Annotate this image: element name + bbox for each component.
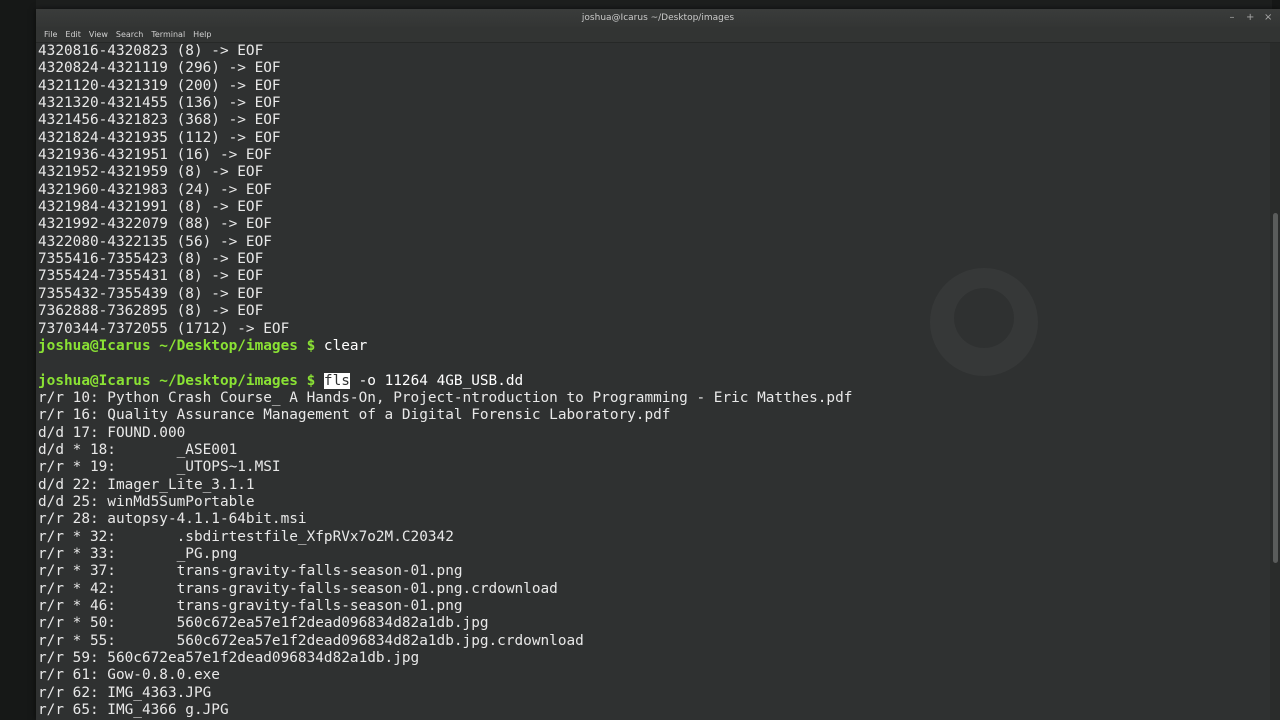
terminal-output-line: 4321320-4321455 (136) -> EOF [38,95,281,112]
terminal-output-line: 7355432-7355439 (8) -> EOF [38,285,264,302]
terminal-prompt-line: joshua@Icarus ~/Desktop/images $ clear [38,338,1270,355]
terminal-output-line: r/r 65: IMG_4366 g.JPG [38,702,229,719]
shell-command: clear [323,337,368,354]
menu-view[interactable]: View [85,27,112,42]
scrollbar-thumb[interactable] [1273,213,1278,563]
terminal-output-line: r/r 62: IMG_4363.JPG [38,684,212,701]
watermark-logo-face [954,288,1014,348]
terminal-output-line: 4321952-4321959 (8) -> EOF [38,164,264,181]
window-title: joshua@Icarus ~/Desktop/images [581,13,735,23]
terminal-output-line: 7355416-7355423 (8) -> EOF [38,251,264,268]
terminal-output-line: r/r * 46: trans-gravity-falls-season-01.… [38,598,463,614]
terminal-output[interactable]: 4320816-4320823 (8) -> EOF 4320824-432111… [36,43,1270,720]
terminal-output-line: r/r * 37: trans-gravity-falls-season-01.… [38,563,463,580]
terminal-window: joshua@Icarus ~/Desktop/images – + × Fil… [36,9,1280,720]
terminal-output-line: d/d 25: winMd5SumPortable [38,493,255,510]
terminal-output-line: 7370344-7372055 (1712) -> EOF [38,320,290,337]
terminal-output-line: r/r * 55: 560c672ea57e1f2dead096834d82a1… [38,632,584,649]
terminal-output-line: 4321992-4322079 (88) -> EOF [38,216,272,233]
menu-bar: File Edit View Search Terminal Help [36,27,1280,43]
terminal-output-line: r/r 59: 560c672ea57e1f2dead096834d82a1db… [38,650,420,667]
watermark-logo [930,268,1038,376]
minimize-button[interactable]: – [1228,9,1236,27]
terminal-output-line: r/r * 50: 560c672ea57e1f2dead096834d82a1… [38,615,489,632]
title-bar[interactable]: joshua@Icarus ~/Desktop/images – + × [36,9,1280,27]
terminal-output-line: r/r 28: autopsy-4.1.1-64bit.msi [38,511,307,528]
terminal-output-line: 4322080-4322135 (56) -> EOF [38,233,272,250]
terminal-output-line: r/r * 19: _UTOPS~1.MSI [38,459,281,476]
terminal-output-line: 7362888-7362895 (8) -> EOF [38,303,264,320]
vertical-scrollbar[interactable] [1270,43,1280,720]
terminal-output-line: 4321960-4321983 (24) -> EOF [38,181,272,198]
menu-edit[interactable]: Edit [61,27,85,42]
terminal-output-line: 7355424-7355431 (8) -> EOF [38,268,264,285]
menu-file[interactable]: File [40,27,61,42]
shell-command: -o 11264 4GB_USB.dd [358,372,524,389]
terminal-output-line: 4321824-4321935 (112) -> EOF [38,129,281,146]
terminal-output-line: r/r * 33: _PG.png [38,545,238,562]
terminal-output-line: 4321456-4321823 (368) -> EOF [38,112,281,129]
terminal-output-line: d/d 17: FOUND.000 [38,424,186,441]
shell-prompt: joshua@Icarus ~/Desktop/images $ [38,372,316,389]
terminal-output-line: 4321984-4321991 (8) -> EOF [38,199,264,216]
terminal-output-line: d/d 22: Imager_Lite_3.1.1 [38,476,255,493]
window-controls: – + × [1228,9,1273,27]
terminal-output-line: d/d * 18: _ASE001 [38,441,238,458]
desktop-background-left [0,0,36,720]
terminal-output-line: r/r 61: Gow-0.8.0.exe [38,667,220,684]
menu-search[interactable]: Search [112,27,147,42]
maximize-button[interactable]: + [1246,9,1254,27]
menu-help[interactable]: Help [189,27,215,42]
shell-prompt: joshua@Icarus ~/Desktop/images $ [38,337,316,354]
close-button[interactable]: × [1264,9,1272,27]
terminal-output-line: r/r 10: Python Crash Course_ A Hands-On,… [38,389,853,406]
terminal-output-line: r/r * 42: trans-gravity-falls-season-01.… [38,580,558,597]
selected-command-text[interactable]: fls [323,372,350,389]
terminal-output-line: 4320816-4320823 (8) -> EOF [38,43,264,59]
terminal-prompt-line: joshua@Icarus ~/Desktop/images $ fls -o … [38,372,1270,390]
terminal-output-line: 4320824-4321119 (296) -> EOF [38,60,281,77]
terminal-output-line: 4321936-4321951 (16) -> EOF [38,147,272,164]
terminal-output-line: 4321120-4321319 (200) -> EOF [38,77,281,94]
menu-terminal[interactable]: Terminal [147,27,189,42]
terminal-output-line: r/r 16: Quality Assurance Management of … [38,407,671,424]
terminal-output-line: r/r * 32: .sbdirtestfile_XfpRVx7o2M.C203… [38,528,454,545]
